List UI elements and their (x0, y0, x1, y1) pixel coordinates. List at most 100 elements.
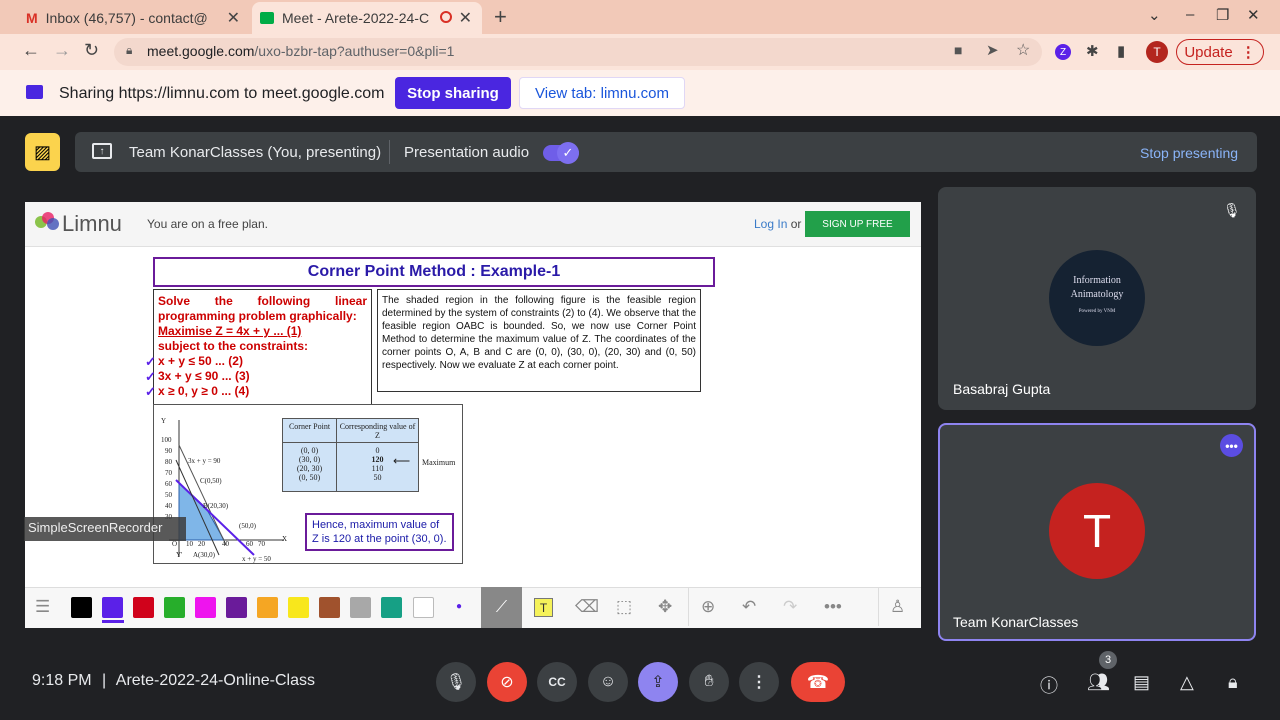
color-swatch[interactable] (413, 597, 434, 618)
more-options-icon[interactable]: ••• (1220, 434, 1243, 457)
extension-z-icon[interactable]: Z (1055, 44, 1071, 60)
login-link[interactable]: Log In or (754, 217, 801, 231)
tab-inbox[interactable]: M Inbox (46,757) - contact@ ✕ (18, 2, 250, 34)
tab-meet[interactable]: Meet - Arete-2022-24-C ✕ (252, 2, 482, 34)
tick-label: 100 (161, 436, 172, 444)
point-label: B(20,30) (203, 502, 229, 510)
tab-label: Meet - Arete-2022-24-C (282, 10, 430, 26)
close-icon[interactable]: ✕ (459, 8, 472, 28)
line-label: 3x + y = 90 (188, 457, 221, 465)
update-label: Update (1184, 43, 1233, 61)
presentation-audio-label: Presentation audio (404, 144, 530, 161)
redo-icon[interactable]: ↷ (783, 597, 797, 617)
pen-tool-icon[interactable]: ⟋ (481, 587, 522, 628)
check-icon[interactable]: ✓ (557, 142, 579, 164)
brush-size-icon[interactable]: ● (456, 601, 462, 612)
color-swatch[interactable] (164, 597, 185, 618)
new-tab-icon[interactable]: + (494, 4, 507, 30)
zoom-icon[interactable]: ⊕ (701, 597, 715, 617)
color-swatch[interactable] (133, 597, 154, 618)
color-swatch[interactable] (195, 597, 216, 618)
forward-icon[interactable]: → (53, 40, 71, 61)
stop-sharing-button[interactable]: Stop sharing (395, 77, 511, 109)
color-swatch[interactable] (71, 597, 92, 618)
tab-search-icon[interactable]: ⌄ (1148, 6, 1161, 24)
color-swatch[interactable] (226, 597, 247, 618)
update-button[interactable]: Update ⋮ (1176, 39, 1264, 65)
avatar-text: Information Animatology (1070, 275, 1124, 300)
extensions-puzzle-icon[interactable]: ✱ (1086, 42, 1099, 60)
tick-label: 60 (246, 540, 253, 548)
more-icon[interactable]: ••• (824, 597, 842, 617)
avatar: Information Animatology Powered by VNM (1049, 250, 1145, 346)
chat-icon[interactable]: ▤ (1133, 672, 1150, 693)
color-swatch[interactable] (350, 597, 371, 618)
people-icon[interactable]: 👥︎ (1087, 672, 1110, 693)
axis-y-label: Y (161, 417, 167, 425)
camera-icon[interactable]: ■ (954, 42, 962, 58)
info-icon[interactable]: ⓘ (1040, 672, 1058, 698)
activities-icon[interactable]: △ (1180, 672, 1194, 693)
undo-icon[interactable]: ↶ (742, 597, 756, 617)
mic-icon[interactable]: 🎙︎ (436, 662, 476, 702)
constraint-line: 3x + y ≤ 90 ... (3) (158, 369, 250, 383)
move-icon[interactable]: ✥ (658, 597, 672, 617)
reload-icon[interactable]: ↻ (84, 40, 99, 61)
emoji-icon[interactable]: ☺ (588, 662, 628, 702)
signup-button[interactable]: SIGN UP FREE (805, 211, 910, 237)
eraser-icon[interactable]: ⌫ (575, 597, 599, 617)
profile-avatar[interactable]: T (1146, 41, 1168, 63)
hide-presentation-icon[interactable]: ▨ (25, 133, 60, 171)
camera-off-icon[interactable]: ⊘ (487, 662, 527, 702)
color-swatch[interactable] (288, 597, 309, 618)
tick-label: 10 (186, 540, 193, 548)
close-icon[interactable]: ✕ (227, 8, 240, 28)
avatar: T (1049, 483, 1145, 579)
tick-label: 20 (198, 540, 205, 548)
problem-line: Maximise Z = 4x + y ... (1) (158, 324, 302, 338)
back-icon[interactable]: ← (22, 40, 40, 61)
tick-label: 40 (222, 540, 229, 548)
arrow-left-icon: ⟵ (393, 454, 411, 468)
toolbar-divider (688, 588, 689, 626)
side-panel-icon[interactable]: ▮ (1117, 42, 1125, 60)
minimize-icon[interactable]: – (1186, 6, 1194, 23)
view-tab-button[interactable]: View tab: limnu.com (519, 77, 685, 109)
point-label: A(30,0) (193, 551, 215, 559)
separator: | (102, 672, 107, 689)
select-icon[interactable]: ⬚ (616, 597, 632, 617)
table-cell: (0, 0) (300, 446, 319, 455)
maximize-icon[interactable]: ❐ (1216, 6, 1229, 24)
problem-box: Solve the following linear programming p… (153, 289, 372, 405)
table-cell: (0, 50) (298, 473, 321, 482)
color-swatch[interactable] (381, 597, 402, 618)
present-screen-icon[interactable]: ⇪ (638, 662, 678, 702)
host-controls-lock-icon[interactable]: 🔒︎ (1228, 672, 1238, 693)
color-swatch[interactable] (257, 597, 278, 618)
stop-presenting-button[interactable]: Stop presenting (1140, 145, 1238, 161)
end-call-icon[interactable]: ☎︎ (791, 662, 845, 702)
raise-hand-icon[interactable]: ✋︎ (689, 662, 729, 702)
tick-label: 80 (165, 458, 172, 466)
selected-color-indicator (102, 620, 124, 623)
menu-icon[interactable]: ☰ (35, 597, 50, 617)
table-header: Corresponding value of Z (339, 422, 416, 440)
meet-icon (260, 12, 274, 24)
omnibox[interactable]: 🔒︎ meet.google.com/uxo-bzbr-tap?authuser… (114, 38, 1042, 66)
mic-off-icon: 🎙︎ (1223, 202, 1241, 218)
captions-icon[interactable]: CC (537, 662, 577, 702)
bookmark-star-icon[interactable]: ☆ (1016, 40, 1030, 60)
constraint-line: x ≥ 0, y ≥ 0 ... (4) (158, 384, 250, 398)
color-swatch[interactable] (319, 597, 340, 618)
window-close-icon[interactable]: ✕ (1247, 6, 1260, 24)
user-icon[interactable]: ♙ (890, 597, 905, 617)
avatar-subtext: Powered by VNM (1078, 309, 1116, 314)
toolbar-divider (878, 588, 879, 626)
send-icon[interactable]: ➤ (986, 41, 999, 59)
color-swatch[interactable] (102, 597, 123, 618)
url-host: meet.google.com (147, 43, 255, 59)
checkmarks-icon: ✓ ✓ ✓ (145, 354, 156, 399)
axis-yprime-label: Y' (176, 551, 183, 559)
text-tool-icon[interactable]: T (534, 598, 553, 617)
more-options-icon[interactable]: ⋮ (739, 662, 779, 702)
